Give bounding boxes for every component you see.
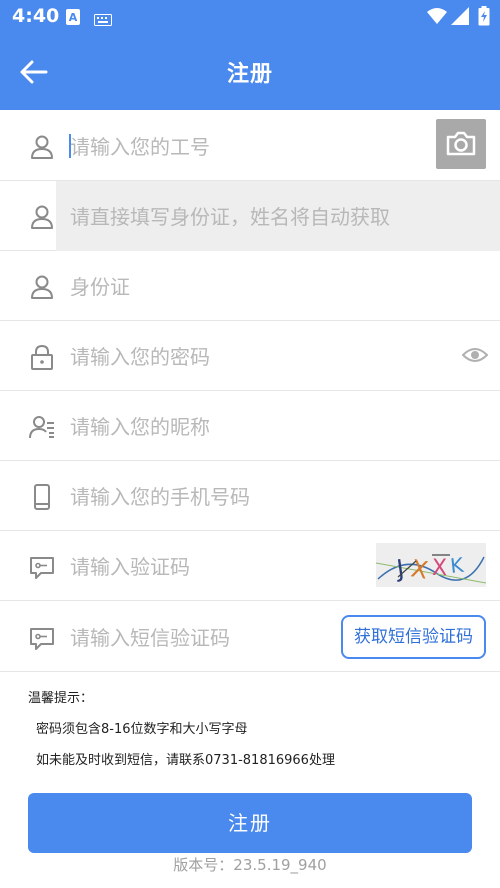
battery-icon <box>478 6 490 30</box>
employee-id-row: 请输入您的工号 <box>0 111 500 181</box>
phone-icon <box>28 483 56 511</box>
id-card-autofill-row: 请直接填写身份证，姓名将自动获取 <box>0 181 500 251</box>
status-bar: 4:40 A <box>0 0 500 34</box>
captcha-image[interactable]: J X X K <box>376 543 486 587</box>
signal-icon <box>451 7 469 29</box>
user-icon <box>28 203 56 231</box>
keyboard-a-icon: A <box>66 9 80 29</box>
id-card-input[interactable]: 身份证 <box>70 271 130 300</box>
camera-button[interactable] <box>436 119 486 169</box>
nickname-row: 请输入您的昵称 <box>0 391 500 461</box>
keyboard-icon <box>94 11 112 30</box>
wifi-icon <box>427 7 447 29</box>
user-icon <box>28 273 56 301</box>
id-card-row: 身份证 <box>0 251 500 321</box>
eye-icon[interactable] <box>461 345 489 365</box>
phone-row: 请输入您的手机号码 <box>0 461 500 531</box>
camera-icon <box>446 131 476 156</box>
page-title: 注册 <box>226 62 273 87</box>
tips-line-password: 密码须包含8-16位数字和大小写字母 <box>36 722 248 737</box>
app-bar: 注册 <box>0 34 500 110</box>
captcha-input[interactable]: 请输入验证码 <box>70 551 190 580</box>
phone-input[interactable]: 请输入您的手机号码 <box>70 481 250 510</box>
id-card-autofill-input[interactable]: 请直接填写身份证，姓名将自动获取 <box>70 201 390 230</box>
employee-id-input[interactable]: 请输入您的工号 <box>70 131 210 160</box>
svg-text:A: A <box>69 11 78 24</box>
lock-icon <box>28 343 56 371</box>
password-row: 请输入您的密码 <box>0 321 500 391</box>
version-label: 版本号：23.5.19_940 <box>173 856 327 874</box>
sms-code-input[interactable]: 请输入短信验证码 <box>70 622 230 651</box>
svg-text:X: X <box>432 556 447 581</box>
message-key-icon <box>28 624 56 652</box>
message-key-icon <box>28 553 56 581</box>
status-time: 4:40 <box>12 5 60 27</box>
password-input[interactable]: 请输入您的密码 <box>70 341 210 370</box>
nickname-input[interactable]: 请输入您的昵称 <box>70 411 210 440</box>
user-icon <box>28 133 56 161</box>
sms-code-row: 请输入短信验证码 获取短信验证码 <box>0 602 500 672</box>
captcha-row: 请输入验证码 J X X K <box>0 531 500 601</box>
register-button[interactable]: 注册 <box>28 793 472 853</box>
tips-line-sms: 如未能及时收到短信，请联系0731-81816966处理 <box>36 753 335 768</box>
tips-heading: 温馨提示： <box>28 691 94 706</box>
user-card-icon <box>28 413 56 441</box>
get-sms-code-button[interactable]: 获取短信验证码 <box>341 615 486 659</box>
